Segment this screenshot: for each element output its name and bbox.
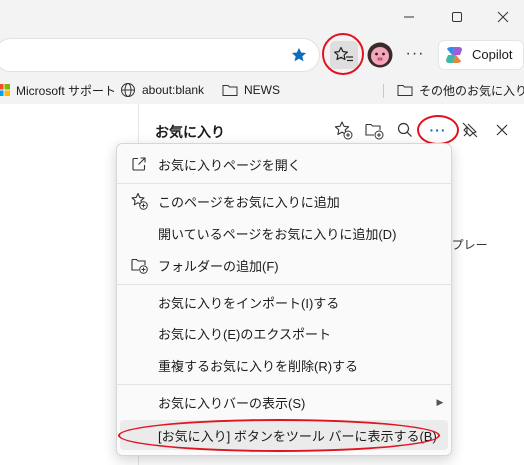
menu-separator <box>117 183 451 184</box>
menu-item-export-favorites[interactable]: お気に入り(E)のエクスポート <box>120 318 448 348</box>
folder-add-icon <box>131 258 148 274</box>
menu-item-label: フォルダーの追加(F) <box>158 258 279 274</box>
favorites-bar-label: その他のお気に入り <box>419 83 524 98</box>
favorites-bar-label: NEWS <box>244 83 280 97</box>
add-folder-button[interactable] <box>362 118 386 142</box>
menu-item-label: お気に入りバーの表示(S) <box>158 395 306 411</box>
maximize-icon <box>452 12 462 22</box>
menu-item-open-favorites-page[interactable]: お気に入りページを開く <box>120 149 448 179</box>
globe-icon <box>121 83 135 97</box>
menu-separator <box>117 284 451 285</box>
favorites-bar-item-microsoft-support[interactable]: Microsoft サポート <box>0 81 116 99</box>
folder-icon <box>397 85 413 96</box>
search-icon <box>397 122 412 137</box>
close-icon <box>497 11 509 23</box>
add-page-to-favorites-button[interactable] <box>331 118 355 142</box>
annotation-circle-more-options <box>417 115 459 145</box>
menu-item-label: お気に入りページを開く <box>158 157 301 173</box>
search-favorites-button[interactable] <box>393 118 417 142</box>
menu-item-label: お気に入り(E)のエクスポート <box>158 326 331 342</box>
profile-avatar-icon[interactable] <box>367 42 393 68</box>
menu-item-remove-duplicates[interactable]: 重複するお気に入りを削除(R)する <box>120 350 448 380</box>
unpin-panel-button[interactable] <box>458 118 482 142</box>
annotation-ellipse-show-button <box>118 419 440 452</box>
favorites-bar-divider <box>383 84 384 98</box>
folder-icon <box>222 85 238 96</box>
menu-item-label: このページをお気に入りに追加 <box>158 194 340 210</box>
favorites-bar-item-news-folder[interactable]: NEWS <box>222 81 280 99</box>
copilot-icon <box>446 47 462 63</box>
menu-item-add-open-pages[interactable]: 開いているページをお気に入りに追加(D) <box>120 218 448 248</box>
hub-title: お気に入り <box>155 124 225 140</box>
menu-item-label: 重複するお気に入りを削除(R)する <box>158 358 359 374</box>
add-favorite-star-icon[interactable] <box>290 46 308 64</box>
settings-more-button[interactable]: ··· <box>404 45 426 65</box>
close-panel-button[interactable] <box>490 118 514 142</box>
annotation-circle-favorites <box>322 33 364 75</box>
menu-item-show-favorites-bar[interactable]: お気に入りバーの表示(S) ▶ <box>120 387 448 417</box>
favorites-bar-item-about-blank[interactable]: about:blank <box>120 81 204 99</box>
minimize-button[interactable] <box>386 0 432 34</box>
favorites-bar-other-favorites[interactable]: その他のお気に入り <box>397 81 524 99</box>
folder-add-icon <box>365 123 384 140</box>
microsoft-logo-icon <box>0 84 10 96</box>
chevron-right-icon: ▶ <box>436 396 444 407</box>
open-external-icon <box>132 157 146 171</box>
menu-item-label: お気に入りをインポート(I)する <box>158 295 340 311</box>
minimize-icon <box>404 16 414 18</box>
star-add-icon <box>334 121 353 140</box>
address-bar[interactable] <box>0 38 320 72</box>
menu-item-label: 開いているページをお気に入りに追加(D) <box>158 226 397 242</box>
menu-item-import-favorites[interactable]: お気に入りをインポート(I)する <box>120 287 448 317</box>
close-icon <box>496 124 508 136</box>
menu-separator <box>117 384 451 385</box>
star-add-icon <box>131 192 148 210</box>
favorites-bar-label: Microsoft サポート <box>16 83 117 98</box>
menu-item-add-folder[interactable]: フォルダーの追加(F) <box>120 250 448 280</box>
copilot-label: Copilot <box>472 47 513 62</box>
maximize-button[interactable] <box>434 0 480 34</box>
favorites-bar-label: about:blank <box>142 83 205 97</box>
unpin-icon <box>462 122 478 138</box>
close-window-button[interactable] <box>480 0 524 34</box>
menu-item-add-this-page[interactable]: このページをお気に入りに追加 <box>120 186 448 216</box>
